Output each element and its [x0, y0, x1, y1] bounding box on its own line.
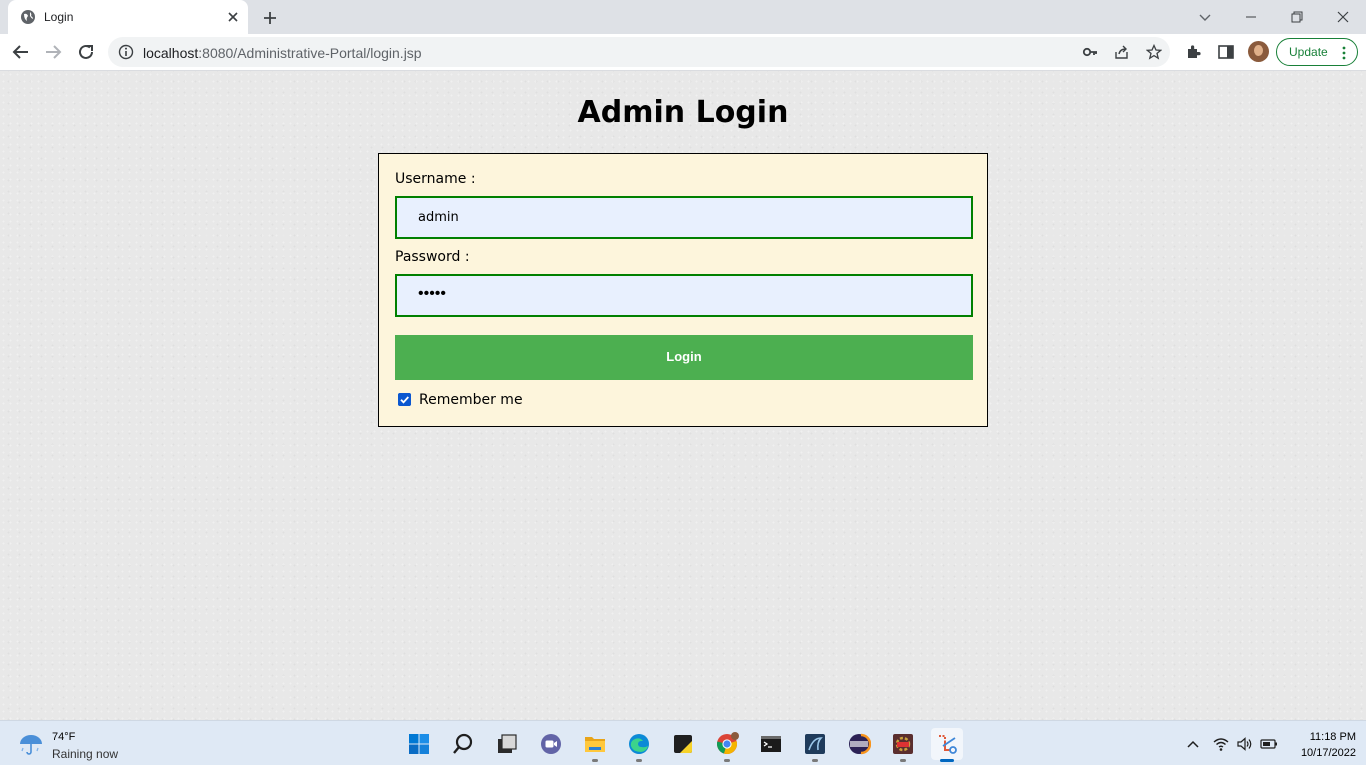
devcpp-icon [893, 734, 913, 754]
sticky-notes-icon [674, 735, 692, 753]
wifi-icon[interactable] [1212, 735, 1230, 753]
taskbar-search[interactable] [447, 728, 479, 760]
url-host: localhost [143, 45, 199, 61]
close-tab-icon[interactable] [225, 9, 241, 25]
extensions-puzzle-icon[interactable] [1185, 43, 1203, 61]
page-title: Admin Login [577, 95, 789, 130]
side-panel-icon[interactable] [1217, 43, 1235, 61]
sticky-notes-button[interactable] [667, 728, 699, 760]
chrome-icon [716, 732, 739, 754]
clock-date: 10/17/2022 [1300, 747, 1356, 759]
forward-arrow-icon[interactable] [42, 41, 64, 63]
chrome-button[interactable] [711, 728, 743, 762]
running-indicator [592, 759, 598, 762]
taskbar: 74°F Raining now 11:18 PM 10/17/2022 [0, 720, 1366, 765]
share-icon[interactable] [1114, 44, 1130, 60]
mysql-workbench-button[interactable] [799, 728, 831, 762]
username-label: Username : [395, 171, 476, 187]
running-indicator [812, 759, 818, 762]
login-button-label: Login [666, 349, 702, 364]
weather-widget[interactable]: 74°F Raining now [18, 729, 138, 761]
globe-icon [21, 10, 35, 24]
browser-toolbar: localhost:8080/Administrative-Portal/log… [0, 34, 1366, 71]
weather-temp: 74°F [52, 731, 76, 743]
profile-avatar[interactable] [1248, 41, 1269, 62]
battery-icon[interactable] [1260, 735, 1278, 753]
bookmark-star-icon[interactable] [1146, 44, 1162, 60]
new-tab-icon[interactable] [260, 8, 280, 28]
clock[interactable]: 11:18 PM 10/17/2022 [1286, 729, 1356, 761]
login-button[interactable]: Login [395, 335, 973, 380]
active-indicator [940, 759, 954, 762]
remember-me-label: Remember me [419, 392, 523, 408]
remember-me-checkbox[interactable] [398, 393, 411, 406]
teams-chat-button[interactable] [535, 728, 567, 760]
close-window-icon[interactable] [1332, 6, 1354, 28]
task-view-icon [498, 734, 517, 753]
running-indicator [724, 759, 730, 762]
show-hidden-icons-chevron-icon[interactable] [1184, 735, 1202, 753]
snipping-tool-button[interactable] [931, 728, 963, 762]
browser-tab[interactable]: Login [8, 0, 248, 34]
edge-icon [629, 734, 649, 754]
tab-search-chevron-icon[interactable] [1194, 6, 1216, 28]
tab-strip: Login [0, 0, 1366, 34]
search-icon [453, 733, 473, 754]
weather-condition: Raining now [52, 747, 119, 761]
devcpp-button[interactable] [887, 728, 919, 762]
volume-icon[interactable] [1236, 735, 1254, 753]
update-label: Update [1289, 45, 1328, 59]
teams-chat-icon [541, 734, 561, 754]
address-bar[interactable]: localhost:8080/Administrative-Portal/log… [108, 37, 1170, 67]
avatar-face [1254, 45, 1263, 56]
terminal-button[interactable] [755, 728, 787, 760]
back-arrow-icon[interactable] [10, 41, 32, 63]
reload-icon[interactable] [75, 41, 97, 63]
start-button[interactable] [403, 728, 435, 760]
rain-umbrella-icon [20, 735, 42, 755]
task-view-button[interactable] [491, 728, 523, 760]
eclipse-button[interactable] [843, 728, 875, 760]
page-content: Admin Login Username : admin Password : … [0, 71, 1366, 720]
username-input[interactable]: admin [395, 196, 973, 239]
kebab-menu-icon[interactable] [1341, 45, 1347, 61]
edge-button[interactable] [623, 728, 655, 762]
start-icon [409, 734, 429, 754]
tab-title: Login [44, 10, 74, 24]
password-input[interactable]: ••••• [395, 274, 973, 317]
running-indicator [900, 759, 906, 762]
key-icon[interactable] [1082, 44, 1098, 60]
file-explorer-button[interactable] [579, 728, 611, 762]
snipping-tool-icon [939, 735, 957, 754]
minimize-icon[interactable] [1240, 6, 1262, 28]
password-value: ••••• [418, 285, 447, 302]
site-info-icon[interactable] [118, 44, 134, 60]
eclipse-icon [849, 733, 871, 755]
url-text[interactable]: localhost:8080/Administrative-Portal/log… [143, 45, 422, 61]
url-path: :8080/Administrative-Portal/login.jsp [198, 45, 422, 61]
running-indicator [636, 759, 642, 762]
terminal-icon [761, 736, 781, 752]
password-label: Password : [395, 249, 470, 265]
restore-icon[interactable] [1286, 6, 1308, 28]
login-form: Username : admin Password : ••••• Login … [378, 153, 988, 427]
username-value: admin [418, 210, 459, 225]
clock-time: 11:18 PM [1309, 731, 1356, 743]
file-explorer-icon [585, 737, 605, 752]
mysql-workbench-icon [805, 734, 825, 754]
update-button[interactable]: Update [1276, 38, 1358, 66]
